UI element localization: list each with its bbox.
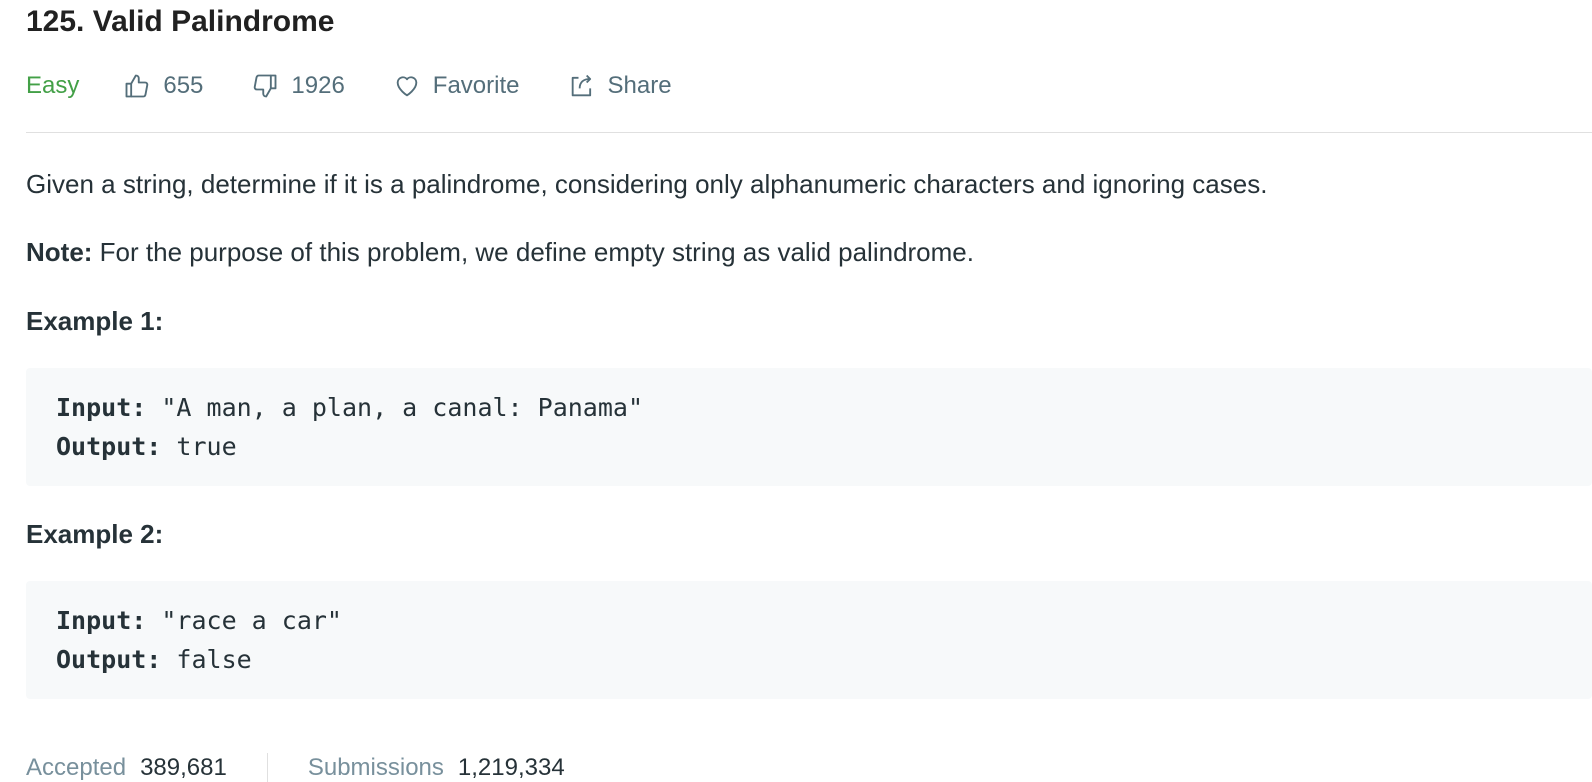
output-label: Output: — [56, 432, 162, 461]
dislike-count: 1926 — [291, 72, 345, 99]
example-1-code-block: Input: "A man, a plan, a canal: Panama" … — [26, 368, 1592, 486]
share-icon — [568, 72, 596, 100]
heart-icon — [393, 72, 421, 100]
thumbs-up-icon — [123, 72, 151, 100]
difficulty-badge: Easy — [26, 72, 80, 99]
example-2-code-block: Input: "race a car" Output: false — [26, 581, 1592, 699]
submissions-label: Submissions — [307, 754, 444, 781]
example-1-heading: Example 1: — [26, 306, 164, 336]
input-value: "race a car" — [146, 606, 342, 635]
header-divider — [26, 132, 1592, 133]
share-button[interactable]: Share — [568, 72, 672, 100]
accepted-value: 389,681 — [140, 754, 227, 781]
input-label: Input: — [56, 393, 147, 422]
input-label: Input: — [56, 606, 147, 635]
example-2-heading: Example 2: — [26, 519, 164, 549]
problem-page: 125. Valid Palindrome Easy 655 1926 Favo… — [0, 0, 1592, 782]
like-button[interactable]: 655 — [123, 72, 203, 100]
favorite-button[interactable]: Favorite — [393, 72, 520, 100]
note-text: For the purpose of this problem, we defi… — [92, 237, 974, 267]
problem-note: Note: For the purpose of this problem, w… — [26, 234, 974, 270]
example-2-input-line: Input: "race a car" — [56, 601, 1592, 640]
submission-stats: Accepted 389,681 Submissions 1,219,334 — [26, 748, 565, 782]
share-label: Share — [607, 72, 672, 99]
problem-meta-row: Easy 655 1926 Favorite Share — [26, 66, 720, 106]
dislike-button[interactable]: 1926 — [251, 72, 345, 100]
submissions-value: 1,219,334 — [457, 754, 565, 781]
like-count: 655 — [163, 72, 204, 99]
stats-divider — [266, 753, 268, 782]
favorite-label: Favorite — [432, 72, 520, 99]
output-value: false — [161, 645, 252, 674]
example-1-input-line: Input: "A man, a plan, a canal: Panama" — [56, 388, 1592, 427]
output-label: Output: — [56, 645, 162, 674]
note-label: Note: — [26, 237, 93, 267]
example-1-output-line: Output: true — [56, 427, 1592, 466]
problem-title: 125. Valid Palindrome — [26, 5, 335, 38]
accepted-label: Accepted — [26, 754, 127, 781]
output-value: true — [161, 432, 237, 461]
problem-description: Given a string, determine if it is a pal… — [26, 169, 1268, 199]
input-value: "A man, a plan, a canal: Panama" — [146, 393, 644, 422]
example-2-output-line: Output: false — [56, 640, 1592, 679]
thumbs-down-icon — [251, 72, 279, 100]
